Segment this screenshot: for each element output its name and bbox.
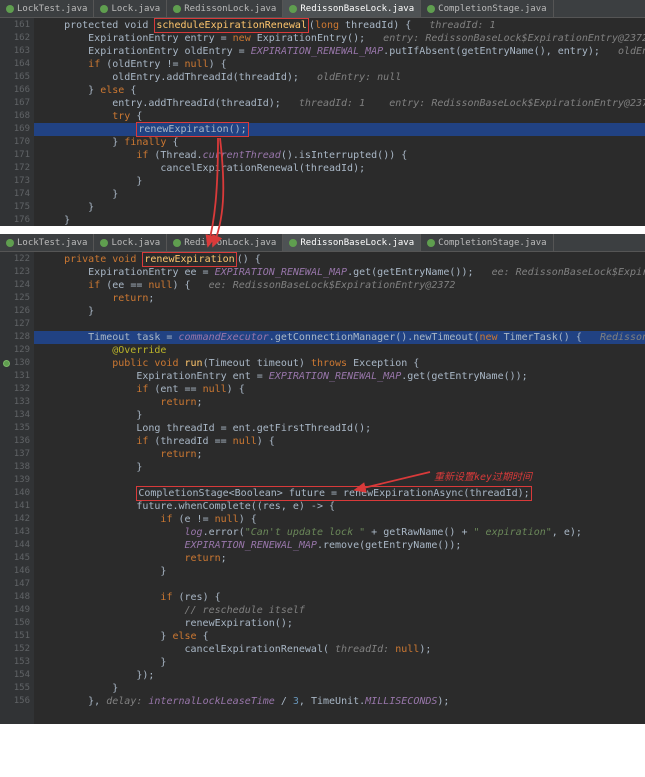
ide-panel-top: LockTest.java Lock.java RedissonLock.java R… [0, 0, 645, 226]
code-line[interactable]: Long threadId = ent.getFirstThreadId(); [40, 422, 645, 435]
tab-label: LockTest.java [17, 238, 87, 248]
code-line[interactable]: } else { [40, 84, 645, 97]
file-tab[interactable]: LockTest.java [0, 0, 94, 17]
code-line[interactable]: }, delay: internalLockLeaseTime / 3, Tim… [40, 695, 645, 708]
code-line[interactable]: Timeout task = commandExecutor.getConnec… [34, 331, 645, 344]
file-tab[interactable]: RedissonBaseLock.java [283, 0, 421, 17]
code-line[interactable]: EXPIRATION_RENEWAL_MAP.remove(getEntryNa… [40, 539, 645, 552]
file-tab[interactable]: LockTest.java [0, 234, 94, 251]
code-line[interactable]: } else { [40, 630, 645, 643]
code-line[interactable]: ExpirationEntry entry = new ExpirationEn… [40, 32, 645, 45]
tab-label: Lock.java [111, 4, 160, 14]
tab-label: RedissonLock.java [184, 4, 276, 14]
code-line[interactable]: if (ee == null) { ee: RedissonBaseLock$E… [40, 279, 645, 292]
tab-label: RedissonBaseLock.java [300, 238, 414, 248]
code-line[interactable]: } finally { [40, 136, 645, 149]
code-line[interactable]: } [40, 188, 645, 201]
gutter: 1221231241251261271281291301311321331341… [0, 252, 34, 724]
file-tab[interactable]: CompletionStage.java [421, 0, 553, 17]
file-tab[interactable]: Lock.java [94, 0, 167, 17]
code-line[interactable]: return; [40, 396, 645, 409]
code-line[interactable]: return; [40, 552, 645, 565]
code-line[interactable]: ExpirationEntry ee = EXPIRATION_RENEWAL_… [40, 266, 645, 279]
tab-bar: LockTest.java Lock.java RedissonLock.java R… [0, 0, 645, 18]
tab-label: CompletionStage.java [438, 238, 546, 248]
code-line[interactable]: public void run(Timeout timeout) throws … [40, 357, 645, 370]
code-line[interactable]: try { [40, 110, 645, 123]
code-line[interactable]: } [40, 409, 645, 422]
code-line[interactable]: if (e != null) { [40, 513, 645, 526]
code-line[interactable]: } [40, 565, 645, 578]
gutter: 1611621631641651661671681691701711721731… [0, 18, 34, 226]
code-line[interactable]: log.error("Can't update lock " + getRawN… [40, 526, 645, 539]
file-tab[interactable]: RedissonLock.java [167, 234, 283, 251]
file-tab[interactable]: CompletionStage.java [421, 234, 553, 251]
code-line[interactable]: return; [40, 448, 645, 461]
tab-label: LockTest.java [17, 4, 87, 14]
code-line[interactable]: if (ent == null) { [40, 383, 645, 396]
code-line[interactable]: if (res) { [40, 591, 645, 604]
code-line[interactable]: } [40, 656, 645, 669]
breakpoint-icon[interactable] [3, 360, 10, 367]
code-line[interactable]: } [40, 682, 645, 695]
code-editor[interactable]: protected void scheduleExpirationRenewal… [34, 18, 645, 229]
java-file-icon [289, 239, 297, 247]
code-line[interactable]: CompletionStage<Boolean> future = renewE… [40, 487, 645, 500]
code-line[interactable] [40, 318, 645, 331]
code-line[interactable]: private void renewExpiration() { [40, 253, 645, 266]
java-file-icon [427, 5, 435, 13]
tab-label: Lock.java [111, 238, 160, 248]
code-line[interactable]: cancelExpirationRenewal( threadId: null)… [40, 643, 645, 656]
code-line[interactable]: return; [40, 292, 645, 305]
code-line[interactable]: } [40, 175, 645, 188]
code-line[interactable]: @Override [40, 344, 645, 357]
java-file-icon [427, 239, 435, 247]
java-file-icon [173, 5, 181, 13]
code-editor[interactable]: private void renewExpiration() { Expirat… [34, 252, 645, 710]
code-line[interactable]: future.whenComplete((res, e) -> { [40, 500, 645, 513]
file-tab[interactable]: RedissonBaseLock.java [283, 234, 421, 251]
ide-panel-bottom: LockTest.java Lock.java RedissonLock.java R… [0, 234, 645, 724]
java-file-icon [289, 5, 297, 13]
code-line[interactable]: } [40, 305, 645, 318]
java-file-icon [173, 239, 181, 247]
code-line[interactable]: } [40, 201, 645, 214]
tab-label: CompletionStage.java [438, 4, 546, 14]
code-line[interactable]: }); [40, 669, 645, 682]
code-line[interactable]: entry.addThreadId(threadId); threadId: 1… [40, 97, 645, 110]
code-line[interactable]: } [40, 461, 645, 474]
java-file-icon [100, 5, 108, 13]
code-line[interactable]: protected void scheduleExpirationRenewal… [40, 19, 645, 32]
code-line[interactable]: if (threadId == null) { [40, 435, 645, 448]
code-line[interactable]: // reschedule itself [40, 604, 645, 617]
code-line[interactable]: renewExpiration(); [34, 123, 645, 136]
code-line[interactable]: ExpirationEntry ent = EXPIRATION_RENEWAL… [40, 370, 645, 383]
java-file-icon [6, 239, 14, 247]
java-file-icon [6, 5, 14, 13]
code-line[interactable]: renewExpiration(); [40, 617, 645, 630]
code-line[interactable] [40, 578, 645, 591]
code-line[interactable]: ExpirationEntry oldEntry = EXPIRATION_RE… [40, 45, 645, 58]
tab-label: RedissonBaseLock.java [300, 4, 414, 14]
java-file-icon [100, 239, 108, 247]
code-line[interactable]: cancelExpirationRenewal(threadId); [40, 162, 645, 175]
annotation-label: 重新设置key过期时间 [434, 471, 532, 484]
code-line[interactable]: if (oldEntry != null) { [40, 58, 645, 71]
tab-label: RedissonLock.java [184, 238, 276, 248]
code-line[interactable]: } [40, 214, 645, 227]
file-tab[interactable]: RedissonLock.java [167, 0, 283, 17]
code-line[interactable]: oldEntry.addThreadId(threadId); oldEntry… [40, 71, 645, 84]
tab-bar: LockTest.java Lock.java RedissonLock.java R… [0, 234, 645, 252]
code-line[interactable]: if (Thread.currentThread().isInterrupted… [40, 149, 645, 162]
file-tab[interactable]: Lock.java [94, 234, 167, 251]
